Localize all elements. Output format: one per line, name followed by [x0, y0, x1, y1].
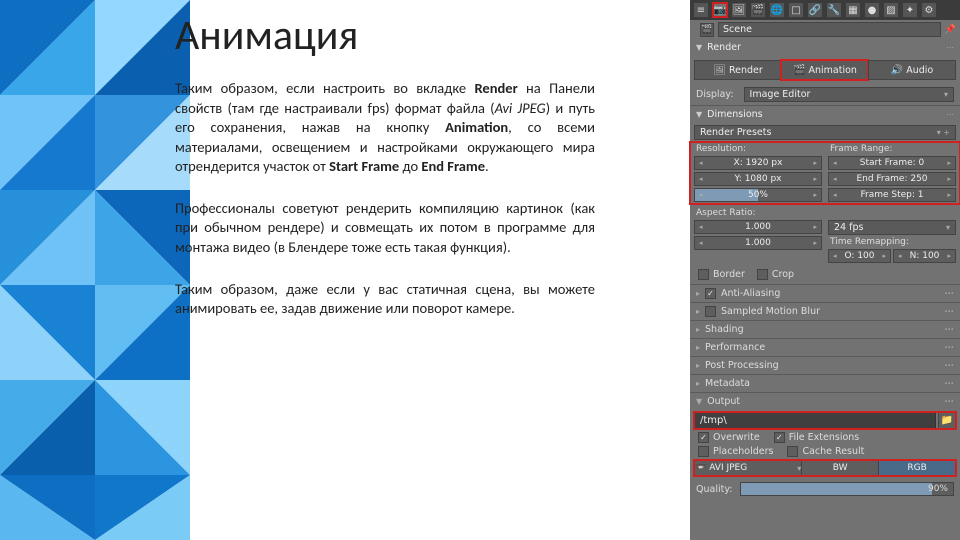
speaker-icon: 🔊	[891, 65, 903, 76]
data-tab-icon[interactable]: ▦	[846, 3, 860, 17]
blender-properties-panel: ≡ 📷 🖼 🎬 🌐 □ 🔗 🔧 ▦ ● ▨ ✦ ⚙ 🎬 Scene 📌 ▼ Re…	[690, 0, 960, 540]
output-body: /tmp\ 📁 ✓Overwrite ✓File Extensions Plac…	[690, 410, 960, 480]
slide-content: Анимация Таким образом, если настроить в…	[175, 0, 615, 540]
metadata-header[interactable]: ▸Metadata⋯	[690, 374, 960, 392]
frame-range-label: Frame Range:	[828, 144, 956, 154]
object-tab-icon[interactable]: □	[789, 3, 803, 17]
quality-label: Quality:	[696, 484, 732, 495]
dimensions-body: Resolution: ◂X: 1920 px▸ ◂Y: 1080 px▸ ◂5…	[690, 142, 960, 204]
panel-menu-icon[interactable]: ⋯	[946, 110, 954, 119]
shading-header[interactable]: ▸Shading⋯	[690, 320, 960, 338]
aspect-fps-row: Aspect Ratio: ◂1.000▸ ◂1.000▸ 24 fps▾ Ti…	[690, 204, 960, 265]
format-row: 📼AVI JPEG▾ BW RGB	[694, 460, 956, 476]
border-crop-row: Border Crop	[690, 265, 960, 284]
scene-tab-icon[interactable]: 🎬	[751, 3, 765, 17]
audio-button[interactable]: 🔊Audio	[868, 60, 956, 80]
layers-tab-icon[interactable]: 🖼	[732, 3, 746, 17]
frame-range-column: Frame Range: ◂Start Frame: 0▸ ◂End Frame…	[828, 144, 956, 202]
output-header[interactable]: ▼Output⋯	[690, 392, 960, 410]
file-ext-checkbox[interactable]: ✓File Extensions	[774, 432, 860, 443]
constraints-tab-icon[interactable]: 🔗	[808, 3, 822, 17]
performance-header[interactable]: ▸Performance⋯	[690, 338, 960, 356]
aspect-label: Aspect Ratio:	[694, 208, 822, 218]
decorative-triangles	[0, 0, 190, 540]
world-tab-icon[interactable]: 🌐	[770, 3, 784, 17]
dimensions-header[interactable]: ▼ Dimensions ⋯	[690, 105, 960, 123]
anti-aliasing-header[interactable]: ▸✓Anti-Aliasing⋯	[690, 284, 960, 302]
physics-tab-icon[interactable]: ⚙	[922, 3, 936, 17]
slide-title: Анимация	[175, 10, 595, 61]
render-presets-row: Render Presets▾ +	[690, 123, 960, 142]
time-remap-label: Time Remapping:	[828, 237, 956, 247]
end-frame-field[interactable]: ◂End Frame: 250▸	[828, 172, 956, 186]
display-select[interactable]: Image Editor▾	[744, 87, 954, 102]
aspect-x-field[interactable]: ◂1.000▸	[694, 220, 822, 234]
render-buttons: 🖼Render 🎬Animation 🔊Audio	[694, 60, 956, 80]
disclosure-down-icon: ▼	[696, 43, 702, 52]
render-presets-select[interactable]: Render Presets▾ +	[694, 125, 956, 140]
resolution-label: Resolution:	[694, 144, 822, 154]
modifiers-tab-icon[interactable]: 🔧	[827, 3, 841, 17]
render-section-label: Render	[707, 42, 741, 53]
resolution-pct-field[interactable]: ◂50%▸	[694, 188, 822, 202]
quality-slider[interactable]: 90%	[740, 482, 954, 496]
particles-tab-icon[interactable]: ✦	[903, 3, 917, 17]
texture-tab-icon[interactable]: ▨	[884, 3, 898, 17]
context-tab-row: ≡ 📷 🖼 🎬 🌐 □ 🔗 🔧 ▦ ● ▨ ✦ ⚙	[690, 0, 960, 20]
border-checkbox[interactable]: Border	[698, 269, 745, 280]
output-path-field[interactable]: /tmp\	[694, 412, 936, 429]
display-label: Display:	[696, 89, 734, 100]
pin-icon[interactable]: 📌	[945, 25, 956, 35]
scene-name-field[interactable]: Scene	[718, 22, 941, 37]
resolution-x-field[interactable]: ◂X: 1920 px▸	[694, 156, 822, 170]
film-icon: 📼	[695, 463, 706, 473]
bw-button[interactable]: BW	[801, 460, 878, 476]
paragraph-3: Таким образом, даже если у вас статичная…	[175, 280, 595, 319]
output-path-row: /tmp\ 📁	[694, 412, 956, 429]
remap-old-field[interactable]: ◂O: 100▸	[828, 249, 891, 263]
panel-menu-icon[interactable]: ⋯	[946, 43, 954, 52]
placeholders-checkbox[interactable]: Placeholders	[698, 446, 773, 457]
image-icon: 🖼	[713, 65, 726, 76]
output-opts-row-2: Placeholders Cache Result	[694, 446, 956, 457]
aspect-column: Aspect Ratio: ◂1.000▸ ◂1.000▸	[694, 208, 822, 263]
render-tab-icon[interactable]: 📷	[713, 3, 727, 17]
format-select[interactable]: 📼AVI JPEG▾	[694, 460, 801, 476]
start-frame-field[interactable]: ◂Start Frame: 0▸	[828, 156, 956, 170]
render-section-header[interactable]: ▼ Render ⋯	[690, 39, 960, 56]
output-opts-row-1: ✓Overwrite ✓File Extensions	[694, 432, 956, 443]
disclosure-down-icon: ▼	[696, 110, 702, 119]
display-row: Display: Image Editor▾	[690, 84, 960, 105]
material-tab-icon[interactable]: ●	[865, 3, 879, 17]
fps-column: 24 fps▾ Time Remapping: ◂O: 100▸ ◂N: 100…	[828, 208, 956, 263]
overwrite-checkbox[interactable]: ✓Overwrite	[698, 432, 760, 443]
motion-blur-header[interactable]: ▸Sampled Motion Blur⋯	[690, 302, 960, 320]
post-processing-header[interactable]: ▸Post Processing⋯	[690, 356, 960, 374]
resolution-y-field[interactable]: ◂Y: 1080 px▸	[694, 172, 822, 186]
render-button[interactable]: 🖼Render	[694, 60, 781, 80]
crop-checkbox[interactable]: Crop	[757, 269, 794, 280]
animation-button[interactable]: 🎬Animation	[781, 60, 868, 80]
rgb-button[interactable]: RGB	[878, 460, 956, 476]
dimensions-label: Dimensions	[707, 109, 762, 120]
tab-menu-icon[interactable]: ≡	[694, 3, 708, 17]
scene-name-row: 🎬 Scene 📌	[690, 20, 960, 39]
clapper-icon: 🎬	[793, 65, 805, 76]
resolution-column: Resolution: ◂X: 1920 px▸ ◂Y: 1080 px▸ ◂5…	[694, 144, 822, 202]
cache-result-checkbox[interactable]: Cache Result	[787, 446, 864, 457]
paragraph-1: Таким образом, если настроить во вкладке…	[175, 79, 595, 177]
browse-folder-button[interactable]: 📁	[938, 412, 956, 429]
scene-icon: 🎬	[700, 23, 714, 37]
remap-new-field[interactable]: ◂N: 100▸	[893, 249, 956, 263]
fps-select[interactable]: 24 fps▾	[828, 220, 956, 235]
frame-step-field[interactable]: ◂Frame Step: 1▸	[828, 188, 956, 202]
paragraph-2: Профессионалы советуют рендерить компиля…	[175, 199, 595, 258]
quality-row: Quality: 90%	[690, 480, 960, 500]
aspect-y-field[interactable]: ◂1.000▸	[694, 236, 822, 250]
